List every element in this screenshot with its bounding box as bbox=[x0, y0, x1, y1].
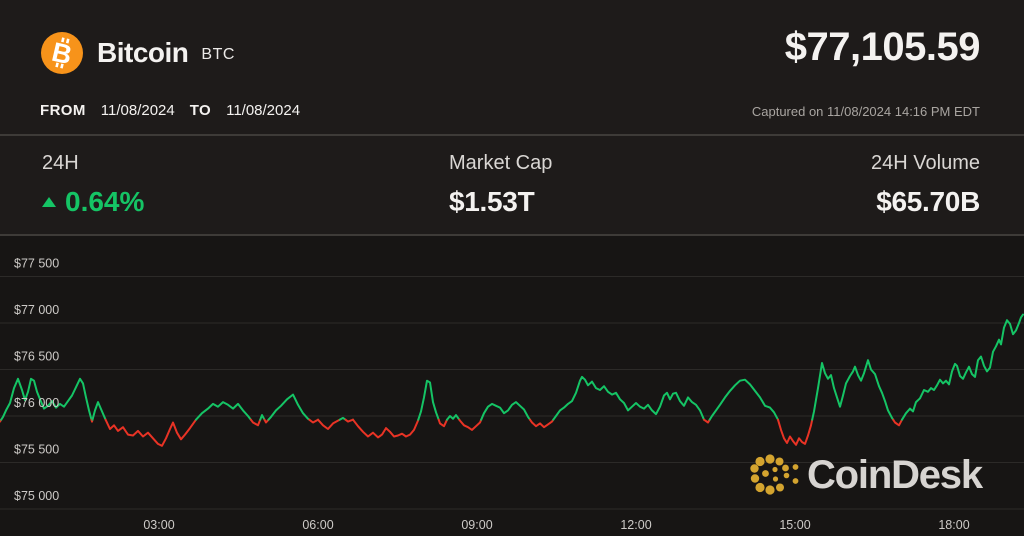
x-axis-label: 15:00 bbox=[779, 518, 810, 532]
y-axis-label: $76 000 bbox=[14, 396, 59, 410]
price-line-down bbox=[892, 418, 903, 427]
price-line-down bbox=[352, 418, 420, 439]
price-line-down bbox=[458, 418, 483, 431]
x-axis-label: 12:00 bbox=[620, 518, 651, 532]
up-triangle-icon bbox=[42, 197, 56, 207]
y-axis-label: $77 500 bbox=[14, 257, 59, 271]
date-range: FROM 11/08/2024 TO 11/08/2024 bbox=[40, 102, 300, 119]
price-line-up bbox=[91, 401, 107, 421]
x-axis-label: 03:00 bbox=[143, 518, 174, 532]
bitcoin-price-card: B Bitcoin BTC $77,105.59 FROM 11/08/2024… bbox=[0, 0, 1024, 536]
stat-value-market-cap: $1.53T bbox=[449, 186, 535, 217]
price-line-up bbox=[480, 401, 531, 421]
y-axis-label: $75 500 bbox=[14, 443, 59, 457]
x-axis-label: 09:00 bbox=[461, 518, 492, 532]
coindesk-watermark: CoinDesk bbox=[750, 452, 983, 498]
price-line-down bbox=[317, 418, 341, 430]
price-line-up bbox=[552, 375, 705, 421]
from-label: FROM bbox=[40, 102, 86, 119]
from-date-value: 11/08/2024 bbox=[100, 102, 175, 119]
price-line-up bbox=[195, 401, 252, 421]
y-axis-label: $75 000 bbox=[14, 489, 59, 503]
x-axis-label: 18:00 bbox=[938, 518, 969, 532]
coin-symbol: BTC bbox=[201, 45, 235, 63]
price-line-down bbox=[777, 418, 814, 446]
stat-value-24h-change: 0.64% bbox=[42, 186, 144, 218]
bitcoin-logo-icon: B bbox=[41, 32, 83, 74]
stat-value-24h-volume: $65.70B bbox=[876, 186, 980, 217]
y-axis-label: $76 500 bbox=[14, 350, 59, 364]
coin-name: Bitcoin bbox=[97, 37, 189, 68]
price-line-down bbox=[344, 418, 354, 423]
y-axis-label: $77 000 bbox=[14, 303, 59, 317]
stat-label-24h: 24H bbox=[42, 152, 79, 174]
current-price: $77,105.59 bbox=[784, 25, 981, 69]
price-line-down bbox=[437, 418, 448, 428]
price-line-down bbox=[308, 418, 319, 424]
coindesk-logo-icon bbox=[750, 454, 799, 495]
price-line-down bbox=[529, 418, 555, 429]
stat-24h-volume: 24H Volume $65.70B bbox=[871, 152, 980, 218]
stat-label-24h-volume: 24H Volume bbox=[871, 152, 980, 174]
to-label: TO bbox=[189, 102, 212, 119]
price-line-up bbox=[901, 313, 1024, 421]
header: B Bitcoin BTC $77,105.59 FROM 11/08/2024… bbox=[0, 0, 1024, 134]
stats-row: 24H 0.64% Market Cap $1.53T 24H Volume $… bbox=[0, 136, 1024, 234]
stat-market-cap: Market Cap $1.53T bbox=[449, 152, 552, 218]
coindesk-wordmark: CoinDesk bbox=[807, 452, 983, 497]
change-percent: 0.64% bbox=[65, 186, 145, 217]
price-line-up bbox=[417, 379, 440, 421]
x-axis-label: 06:00 bbox=[302, 518, 333, 532]
price-line-down bbox=[104, 418, 197, 447]
captured-timestamp: Captured on 11/08/2024 14:16 PM EDT bbox=[751, 104, 980, 119]
stat-24h-change: 24H 0.64% bbox=[42, 152, 144, 218]
to-date-value: 11/08/2024 bbox=[226, 102, 301, 119]
coin-brand: B Bitcoin BTC bbox=[40, 31, 235, 75]
price-line-up bbox=[708, 378, 779, 421]
stat-label-market-cap: Market Cap bbox=[449, 152, 553, 174]
price-line-down bbox=[249, 418, 262, 427]
